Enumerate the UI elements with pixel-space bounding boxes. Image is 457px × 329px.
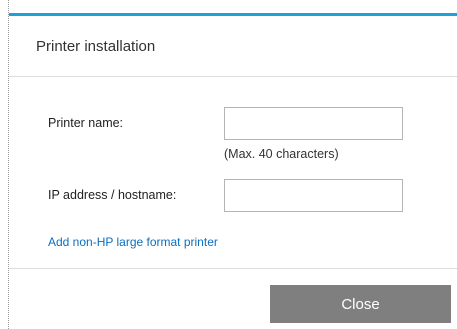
printer-name-input[interactable] bbox=[224, 107, 403, 140]
printer-name-hint: (Max. 40 characters) bbox=[224, 147, 339, 161]
printer-installation-dialog: Printer installation Printer name: (Max.… bbox=[0, 0, 457, 329]
footer-divider bbox=[9, 268, 457, 269]
close-button[interactable]: Close bbox=[270, 285, 451, 323]
ip-address-input[interactable] bbox=[224, 179, 403, 212]
dialog-title: Printer installation bbox=[36, 38, 156, 55]
header-divider bbox=[9, 76, 457, 77]
ip-address-label: IP address / hostname: bbox=[48, 188, 177, 202]
printer-name-label: Printer name: bbox=[48, 116, 124, 130]
add-non-hp-printer-link[interactable]: Add non-HP large format printer bbox=[48, 235, 218, 249]
dialog-left-border bbox=[8, 0, 9, 329]
dialog-accent-bar bbox=[9, 13, 457, 16]
